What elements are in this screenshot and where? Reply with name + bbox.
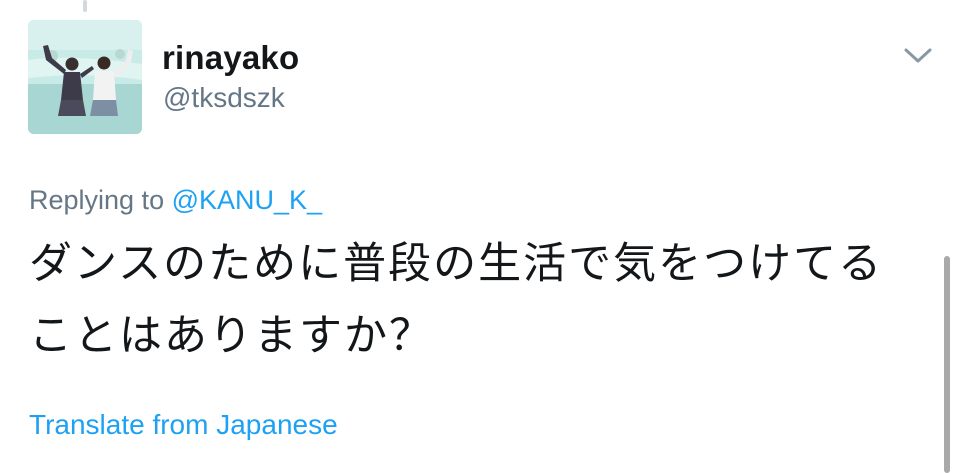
user-handle[interactable]: @tksdszk bbox=[163, 80, 285, 116]
avatar-photo bbox=[28, 20, 142, 134]
replying-to-line: Replying to @KANU_K_ bbox=[29, 182, 322, 218]
scrollbar-thumb[interactable] bbox=[944, 256, 950, 473]
avatar[interactable] bbox=[28, 20, 142, 134]
user-display-name[interactable]: rinayako bbox=[162, 38, 299, 78]
replying-to-label: Replying to bbox=[29, 185, 165, 215]
reply-mention-link[interactable]: @KANU_K_ bbox=[172, 185, 322, 215]
chevron-down-icon[interactable] bbox=[902, 44, 934, 66]
thread-connector-line bbox=[83, 0, 87, 12]
tweet-text: ダンスのために普段の生活で気をつけてることはありますか？ bbox=[29, 239, 884, 361]
translate-link[interactable]: Translate from Japanese bbox=[29, 405, 338, 445]
